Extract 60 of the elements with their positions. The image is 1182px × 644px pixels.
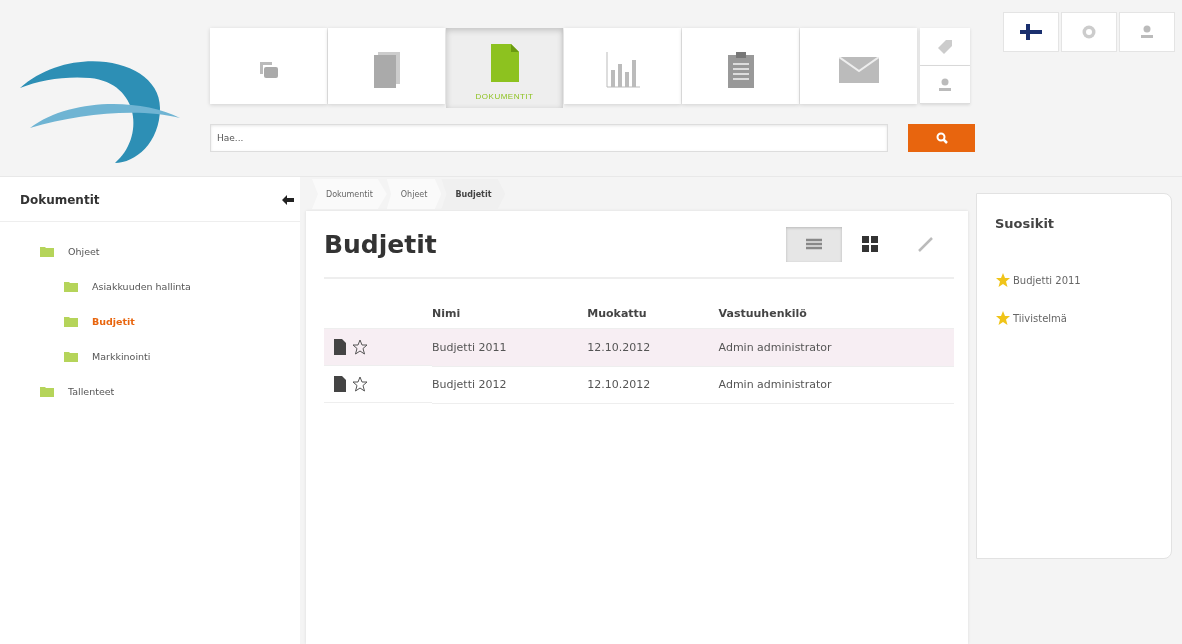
pencil-icon bbox=[918, 236, 934, 252]
user-icon bbox=[938, 77, 952, 92]
stack-icon bbox=[257, 60, 280, 80]
file-icon bbox=[334, 339, 346, 355]
star-icon[interactable] bbox=[352, 376, 368, 392]
back-arrow-icon[interactable] bbox=[282, 195, 294, 205]
list-view-icon bbox=[806, 238, 822, 250]
column-header: Nimi bbox=[432, 299, 588, 329]
table-cell: Budjetti 2011 bbox=[432, 328, 588, 366]
star-icon bbox=[995, 310, 1011, 326]
breadcrumb-item[interactable]: Budjetit bbox=[441, 179, 506, 209]
tree-item[interactable]: Tallenteet bbox=[68, 386, 115, 397]
search-icon bbox=[935, 132, 948, 144]
star-icon[interactable] bbox=[352, 339, 368, 355]
tree-item[interactable]: Asiakkuuden hallinta bbox=[92, 281, 191, 292]
tag-icon bbox=[938, 39, 952, 54]
table-row[interactable]: Budjetti 2012 12.10.2012 Admin administrator bbox=[324, 366, 954, 403]
page-title: Budjetit bbox=[324, 229, 437, 259]
folder-icon bbox=[64, 281, 78, 292]
table-cell: 12.10.2012 bbox=[587, 366, 719, 403]
clipboard-icon bbox=[727, 52, 754, 88]
pages-icon bbox=[373, 52, 400, 88]
favorites-title: Suosikit bbox=[995, 216, 1056, 231]
bar-chart-icon bbox=[605, 52, 640, 88]
favorite-link[interactable]: Budjetti 2011 bbox=[1013, 274, 1081, 286]
grid-view-icon bbox=[862, 236, 878, 252]
star-icon bbox=[995, 272, 1011, 288]
nav-tab[interactable] bbox=[682, 28, 799, 104]
tree-item[interactable]: Ohjeet bbox=[68, 246, 100, 257]
account-button[interactable] bbox=[1119, 12, 1175, 52]
language-button[interactable] bbox=[1003, 12, 1059, 52]
table-cell: Admin administrator bbox=[718, 328, 954, 366]
table-cell: Budjetti 2012 bbox=[432, 366, 588, 403]
search-button[interactable] bbox=[908, 124, 975, 152]
tag-button[interactable] bbox=[920, 28, 970, 66]
file-icon bbox=[334, 376, 346, 392]
folder-icon bbox=[64, 351, 78, 362]
breadcrumb-item[interactable]: Ohjeet bbox=[386, 179, 442, 209]
table-cell: Admin administrator bbox=[718, 366, 954, 403]
mail-icon bbox=[838, 57, 879, 83]
breadcrumb-item[interactable]: Dokumentit bbox=[312, 179, 387, 209]
flag-icon bbox=[1020, 24, 1042, 40]
favorite-link[interactable]: Tiivistelmä bbox=[1013, 312, 1067, 324]
search-field[interactable]: Hae... bbox=[210, 124, 888, 152]
nav-tab[interactable] bbox=[328, 28, 445, 104]
nav-tab[interactable] bbox=[210, 28, 327, 104]
column-header: Vastuuhenkilö bbox=[718, 299, 954, 329]
document-icon bbox=[490, 43, 519, 82]
folder-icon bbox=[40, 246, 54, 257]
folder-icon bbox=[40, 386, 54, 397]
user-icon bbox=[1140, 25, 1154, 39]
sidebar-title: Dokumentit bbox=[20, 193, 100, 207]
folder-icon bbox=[64, 316, 78, 327]
table-cell: 12.10.2012 bbox=[587, 328, 719, 366]
user-button[interactable] bbox=[920, 66, 970, 104]
tree-item[interactable]: Markkinointi bbox=[92, 351, 151, 362]
column-header: Muokattu bbox=[587, 299, 719, 329]
nav-tab[interactable] bbox=[800, 28, 917, 104]
table-row[interactable]: Budjetti 2011 12.10.2012 Admin administrator bbox=[324, 328, 954, 366]
nav-tab[interactable] bbox=[564, 28, 681, 104]
